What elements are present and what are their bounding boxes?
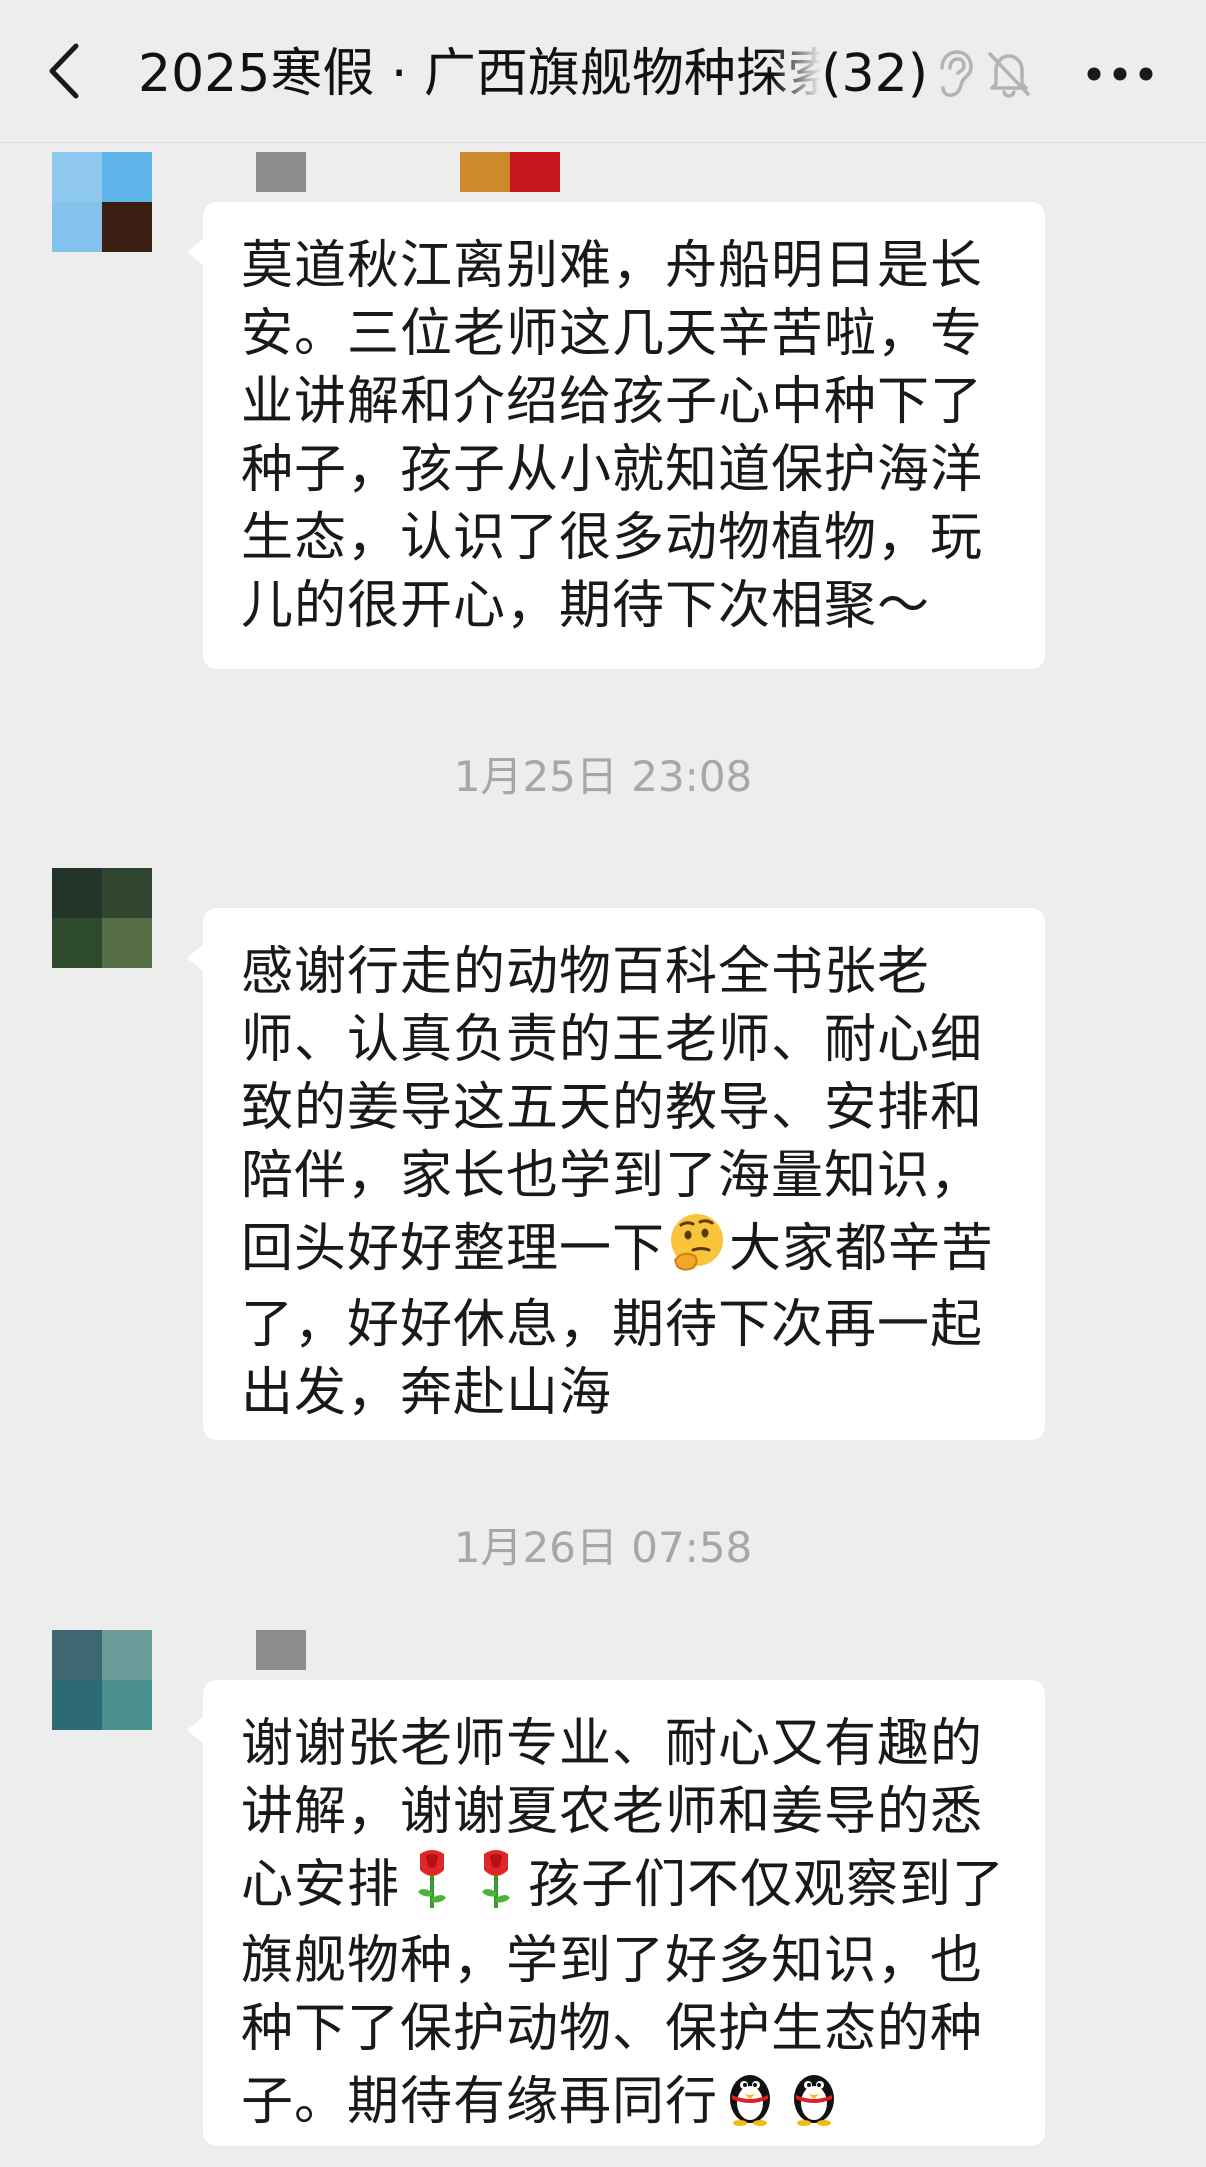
avatar[interactable] xyxy=(52,152,152,252)
message-text: 莫道秋江离别难，舟船明日是长安。三位老师这几天辛苦啦，专业讲解和介绍给孩子心中种… xyxy=(241,236,984,636)
chat-header: 2025寒假 · 广西旗舰物种探索 (32) xyxy=(0,0,1206,143)
avatar[interactable] xyxy=(52,1630,152,1730)
chevron-left-icon xyxy=(49,43,79,99)
ear-icon xyxy=(932,48,976,100)
message-bubble[interactable]: 谢谢张老师专业、耐心又有趣的讲解，谢谢夏农老师和姜导的悉心安排 孩子们不仅观察到… xyxy=(187,1680,1045,2146)
more-dots-icon xyxy=(1087,67,1153,81)
sender-name xyxy=(256,1630,306,1670)
sender-name-emoji xyxy=(460,152,560,192)
chat-title: 2025寒假 · 广西旗舰物种探索 (32) xyxy=(138,36,928,112)
member-count: (32) xyxy=(821,44,928,104)
more-button[interactable] xyxy=(1080,54,1160,94)
thinking-face-icon xyxy=(665,1210,729,1291)
back-button[interactable] xyxy=(36,36,100,106)
rose-icon xyxy=(464,1846,528,1927)
group-name: 2025寒假 · 广西旗舰物种探索 xyxy=(138,44,822,104)
message-text: 感谢行走的动物百科全书张老师、认真负责的王老师、耐心细致的姜导这五天的教导、安排… xyxy=(241,938,1009,1427)
avatar[interactable] xyxy=(52,868,152,968)
bell-slash-icon xyxy=(984,48,1034,100)
message-bubble[interactable]: 莫道秋江离别难，舟船明日是长安。三位老师这几天辛苦啦，专业讲解和介绍给孩子心中种… xyxy=(187,202,1045,669)
penguin-icon xyxy=(782,2063,846,2144)
message-bubble[interactable]: 感谢行走的动物百科全书张老师、认真负责的王老师、耐心细致的姜导这五天的教导、安排… xyxy=(187,908,1045,1440)
rose-icon xyxy=(400,1846,464,1927)
chat-screen: 2025寒假 · 广西旗舰物种探索 (32) 莫道秋江离别难，舟船明日是长安。三… xyxy=(0,0,1206,2167)
message-text: 谢谢张老师专业、耐心又有趣的讲解，谢谢夏农老师和姜导的悉心安排 孩子们不仅观察到… xyxy=(241,1710,1009,2144)
penguin-icon xyxy=(718,2063,782,2144)
sender-name xyxy=(256,152,306,192)
message-timestamp: 1月25日 23:08 xyxy=(453,752,753,801)
message-timestamp: 1月26日 07:58 xyxy=(453,1523,753,1572)
